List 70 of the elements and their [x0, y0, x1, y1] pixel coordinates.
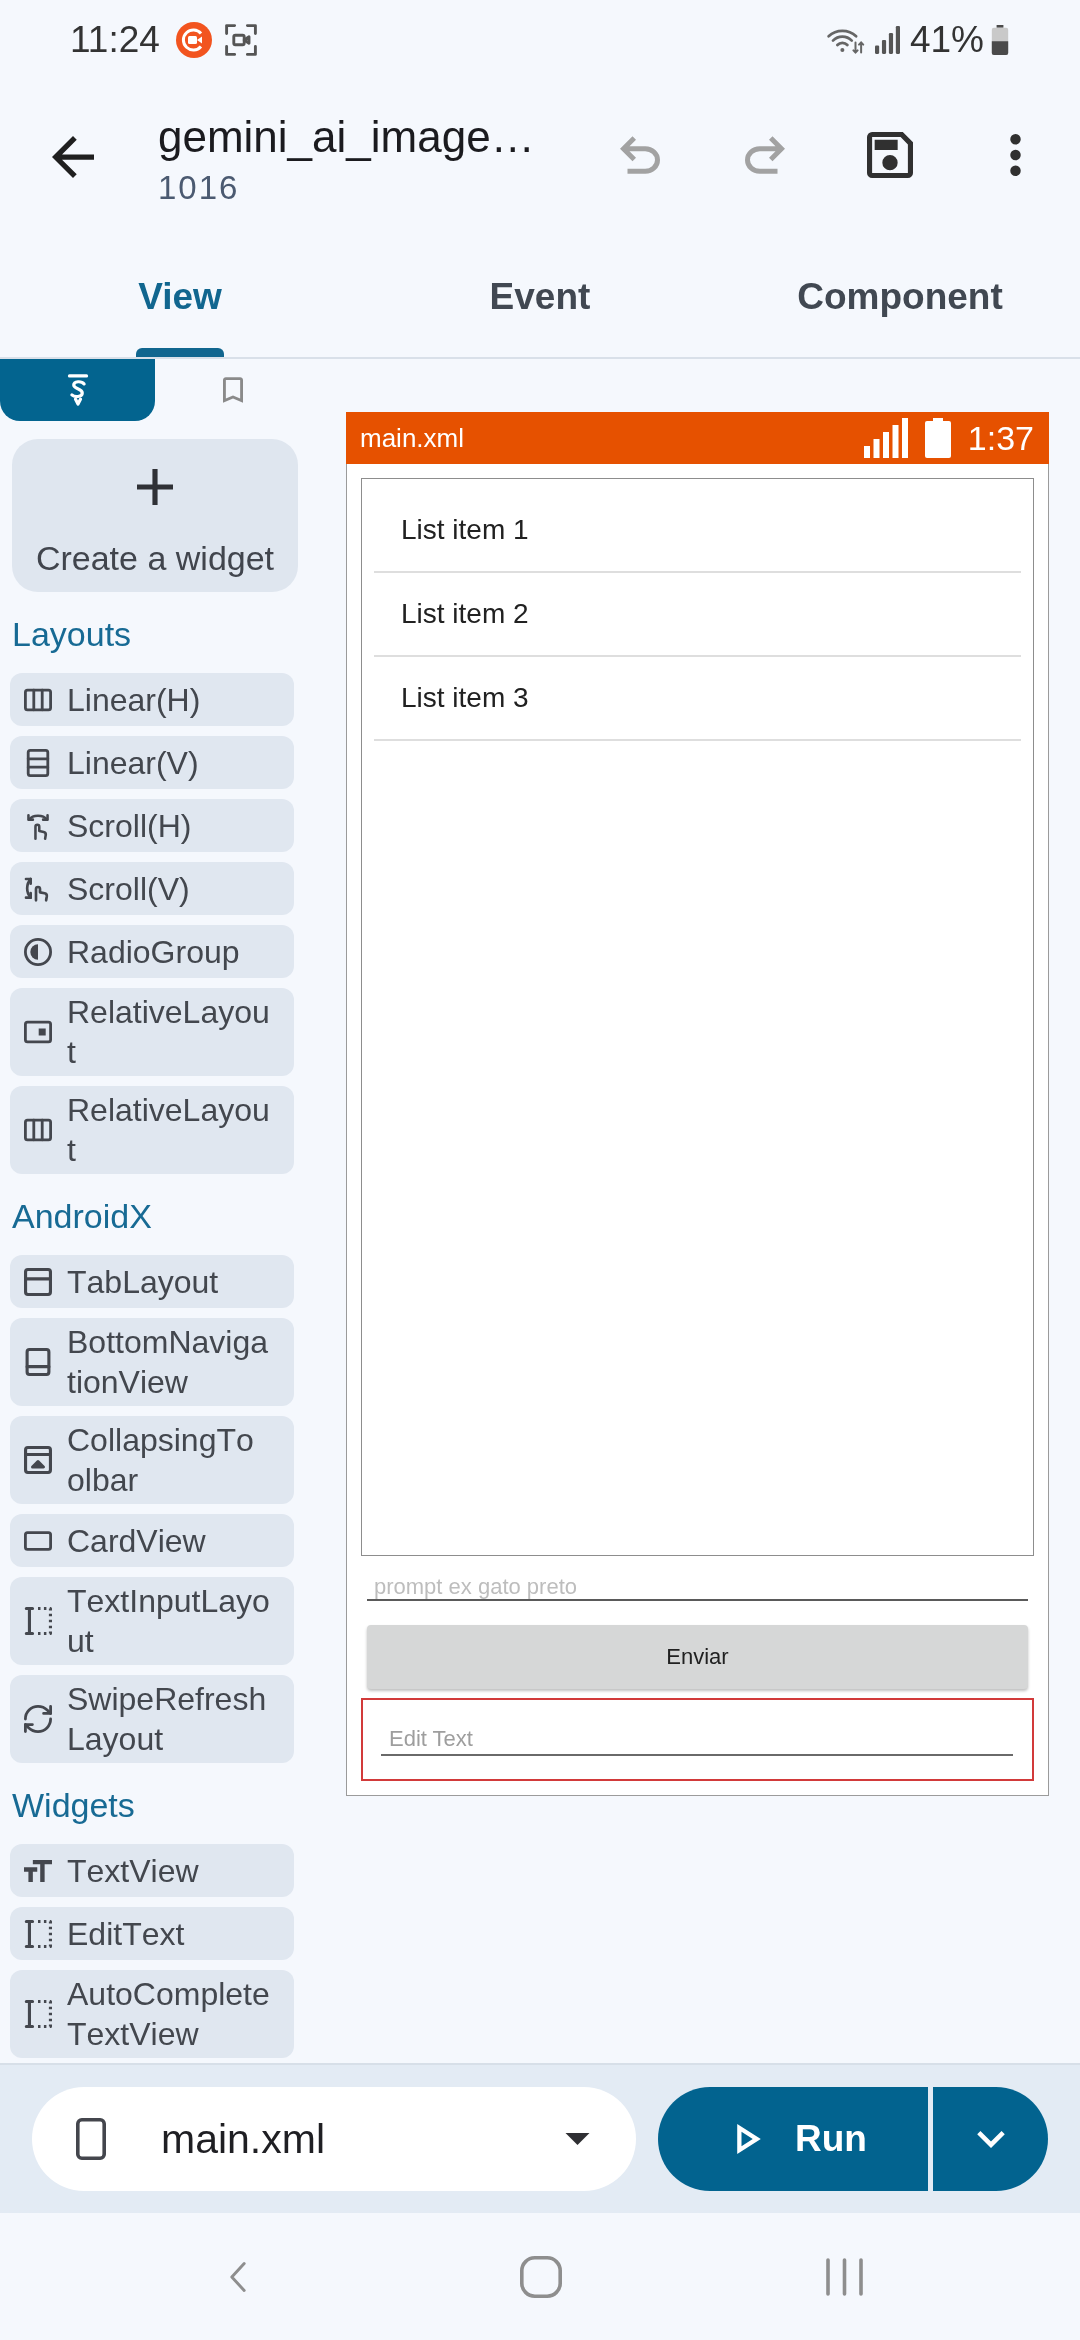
battery-icon: [990, 25, 1010, 55]
battery-percentage: 41%: [909, 18, 984, 62]
text-field[interactable]: prompt ex gato preto: [367, 1556, 1028, 1601]
project-title: gemini_ai_image…: [158, 111, 535, 163]
columns-icon: [24, 1116, 52, 1144]
window-square-icon: [24, 1018, 52, 1046]
home-icon[interactable]: [520, 2255, 562, 2298]
run-options-button[interactable]: [933, 2087, 1048, 2191]
widget-item[interactable]: Linear(H): [10, 673, 294, 726]
bottom-panel-icon: [24, 1348, 52, 1376]
top-panel-icon: [24, 1267, 52, 1296]
video-camera-icon: [175, 22, 212, 58]
project-id: 1016: [158, 168, 240, 208]
section-title: AndroidX: [12, 1198, 152, 1234]
widget-item[interactable]: SwipeRefreshLayout: [10, 1675, 294, 1763]
text-cursor-icon: [24, 2000, 52, 2028]
rows-icon: [24, 748, 52, 777]
tab[interactable]: View: [0, 245, 360, 357]
plus-icon: [137, 469, 173, 505]
widget-item[interactable]: RelativeLayout: [10, 1086, 294, 1174]
file-dropdown[interactable]: main.xml: [32, 2087, 636, 2191]
s-mark-icon: [66, 374, 89, 406]
button-widget: Enviar: [367, 1625, 1028, 1689]
collapse-panel-icon: [24, 1446, 52, 1474]
text-field[interactable]: Edit Text: [381, 1718, 1013, 1756]
widget-item[interactable]: TextInputLayout: [10, 1577, 294, 1665]
preview-clock: 1:37: [967, 418, 1034, 458]
preview-title: main.xml: [360, 422, 464, 454]
tab[interactable]: Event: [360, 245, 720, 357]
back-icon[interactable]: [52, 136, 94, 178]
section-title: Widgets: [12, 1787, 135, 1823]
status-time: 11:24: [70, 18, 160, 62]
widget-item[interactable]: CardView: [10, 1514, 294, 1567]
text-cursor-icon: [24, 1607, 52, 1635]
widget-item[interactable]: Linear(V): [10, 736, 294, 789]
edit-text-widget[interactable]: Edit Text: [361, 1698, 1034, 1781]
phone-icon: [76, 2118, 106, 2160]
list-item: List item 3: [401, 681, 529, 715]
tab[interactable]: Component: [720, 245, 1080, 357]
recent-apps-icon[interactable]: [825, 2257, 863, 2296]
caret-down-icon: [565, 2133, 590, 2145]
widget-item[interactable]: TextView: [10, 1844, 294, 1897]
signal-icon: [863, 418, 908, 458]
palette-tab[interactable]: [0, 359, 155, 421]
widget-item[interactable]: RelativeLayout: [10, 988, 294, 1076]
widget-item[interactable]: Scroll(H): [10, 799, 294, 852]
bookmark-icon: [222, 377, 243, 403]
swipe-hand-icon: [24, 811, 52, 840]
camera-frame-icon: [224, 24, 257, 56]
widget-item[interactable]: Scroll(V): [10, 862, 294, 915]
section-title: Layouts: [12, 616, 132, 652]
text-cursor-icon: [24, 1919, 52, 1948]
run-button[interactable]: Run: [658, 2087, 928, 2191]
battery-icon: [924, 418, 951, 458]
widget-item[interactable]: AutoCompleteTextView: [10, 1970, 294, 2058]
create-widget-button[interactable]: Create a widget: [12, 439, 298, 592]
half-circle-icon: [24, 937, 52, 966]
widget-item[interactable]: TabLayout: [10, 1255, 294, 1308]
widget-item[interactable]: RadioGroup: [10, 925, 294, 978]
widget-item[interactable]: EditText: [10, 1907, 294, 1960]
refresh-icon: [24, 1705, 52, 1733]
more-icon[interactable]: [1009, 134, 1021, 176]
save-icon[interactable]: [867, 132, 913, 178]
widget-item[interactable]: BottomNavigationView: [10, 1318, 294, 1406]
signal-icon: [874, 26, 900, 54]
list-item: List item 1: [401, 513, 529, 547]
play-icon: [737, 2124, 761, 2154]
widget-item[interactable]: CollapsingToolbar: [10, 1416, 294, 1504]
chevron-down-icon: [976, 2130, 1005, 2148]
list-item: List item 2: [401, 597, 529, 631]
